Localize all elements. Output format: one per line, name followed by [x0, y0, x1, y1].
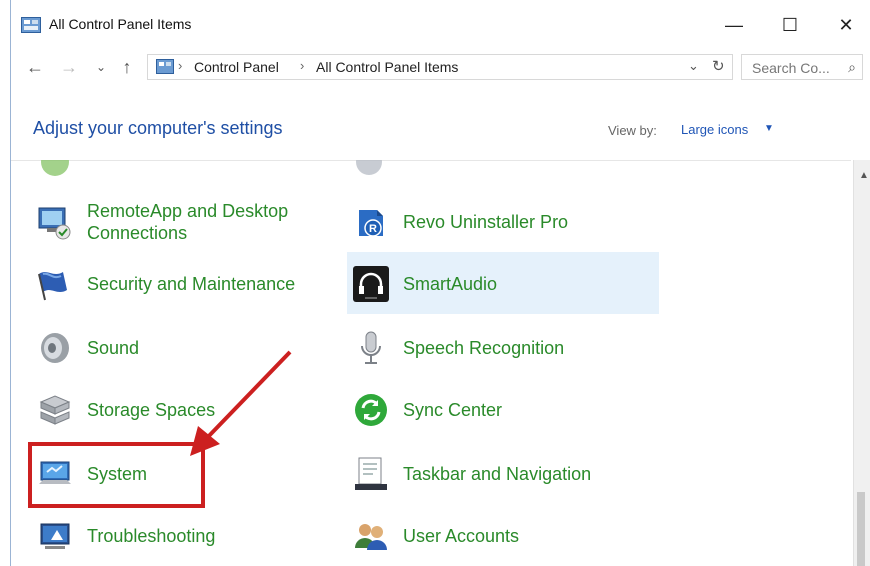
window-title: All Control Panel Items: [49, 16, 192, 32]
partial-item-icon: [356, 160, 382, 175]
item-label: Sync Center: [403, 399, 503, 420]
view-by-label: View by:: [608, 123, 657, 138]
up-arrow-icon: ↑: [122, 56, 132, 77]
recent-locations-button[interactable]: ⌄: [89, 56, 113, 78]
item-storage-spaces[interactable]: Storage Spaces: [35, 384, 215, 436]
item-smartaudio[interactable]: SmartAudio: [351, 258, 497, 310]
navigation-bar: ← → ⌄ ↑ › Control Panel › All Control Pa…: [11, 50, 870, 86]
chevron-down-icon: ⌄: [95, 60, 107, 74]
item-taskbar-navigation[interactable]: Taskbar and Navigation: [351, 448, 591, 500]
item-speech-recognition[interactable]: Speech Recognition: [351, 322, 564, 374]
partial-item-icon: [41, 160, 69, 176]
scroll-up-icon[interactable]: ▲: [859, 170, 869, 181]
taskbar-icon: [355, 457, 387, 490]
troubleshooting-icon: [40, 523, 70, 549]
item-sync-center[interactable]: Sync Center: [351, 384, 502, 436]
item-label: Revo Uninstaller Pro: [403, 211, 569, 232]
item-label: SmartAudio: [403, 273, 498, 294]
control-panel-window: All Control Panel Items — ☐ ✕ ← → ⌄ ↑ › …: [10, 0, 870, 566]
storage-icon: [39, 395, 71, 425]
forward-arrow-icon: →: [60, 56, 78, 77]
content-divider: [11, 160, 851, 161]
close-button[interactable]: ✕: [823, 8, 869, 42]
caret-down-icon[interactable]: ▼: [764, 123, 774, 134]
annotation-highlight-box: [28, 442, 205, 508]
scrollbar-thumb[interactable]: [857, 492, 865, 566]
breadcrumb-all-items[interactable]: All Control Panel Items: [316, 59, 458, 75]
svg-text:R: R: [369, 223, 377, 235]
control-panel-icon: [21, 17, 41, 33]
item-label: Speech Recognition: [403, 337, 565, 358]
item-user-accounts[interactable]: User Accounts: [351, 510, 519, 562]
search-placeholder: Search Co...: [752, 60, 830, 76]
users-icon: [355, 524, 387, 550]
item-label: Taskbar and Navigation: [403, 463, 592, 484]
maximize-icon: ☐: [781, 14, 799, 35]
item-security-maintenance[interactable]: Security and Maintenance: [35, 258, 295, 310]
title-bar: All Control Panel Items — ☐ ✕: [11, 0, 870, 50]
speaker-icon: [41, 333, 69, 363]
item-revo-uninstaller[interactable]: R Revo Uninstaller Pro: [351, 196, 568, 248]
item-label: Troubleshooting: [87, 525, 216, 546]
sync-icon: [355, 394, 387, 426]
search-icon: ⌕: [848, 59, 856, 75]
breadcrumb-separator: ›: [300, 58, 305, 73]
maximize-button[interactable]: ☐: [767, 8, 813, 42]
item-sound[interactable]: Sound: [35, 322, 139, 374]
address-dropdown-icon[interactable]: ⌄: [688, 58, 699, 74]
revo-icon: R: [359, 210, 383, 237]
refresh-icon[interactable]: ↻: [712, 57, 725, 75]
minimize-icon: —: [725, 14, 743, 35]
flag-icon: [38, 272, 67, 301]
minimize-button[interactable]: —: [711, 8, 757, 42]
headphones-icon: [353, 266, 389, 302]
view-by-dropdown[interactable]: Large icons: [681, 122, 748, 137]
breadcrumb-control-panel[interactable]: Control Panel: [194, 59, 279, 75]
item-label: Sound: [87, 337, 140, 358]
microphone-icon: [361, 331, 381, 364]
up-button[interactable]: ↑: [115, 56, 139, 78]
item-remoteapp[interactable]: RemoteApp and Desktop Connections: [35, 196, 317, 248]
address-bar[interactable]: › Control Panel › All Control Panel Item…: [147, 54, 733, 80]
back-button[interactable]: ←: [23, 56, 47, 78]
item-label: Security and Maintenance: [87, 273, 296, 294]
item-label: User Accounts: [403, 525, 520, 546]
item-troubleshooting[interactable]: Troubleshooting: [35, 510, 215, 562]
close-icon: ✕: [838, 14, 854, 35]
breadcrumb-separator: ›: [178, 58, 183, 73]
item-label: Storage Spaces: [87, 399, 216, 420]
search-box[interactable]: Search Co... ⌕: [741, 54, 863, 80]
back-arrow-icon: ←: [26, 56, 44, 77]
remoteapp-icon: [38, 207, 71, 240]
item-label: RemoteApp and Desktop Connections: [87, 200, 289, 244]
forward-button[interactable]: →: [57, 56, 81, 78]
control-panel-icon: [156, 59, 174, 74]
page-title: Adjust your computer's settings: [33, 118, 283, 138]
